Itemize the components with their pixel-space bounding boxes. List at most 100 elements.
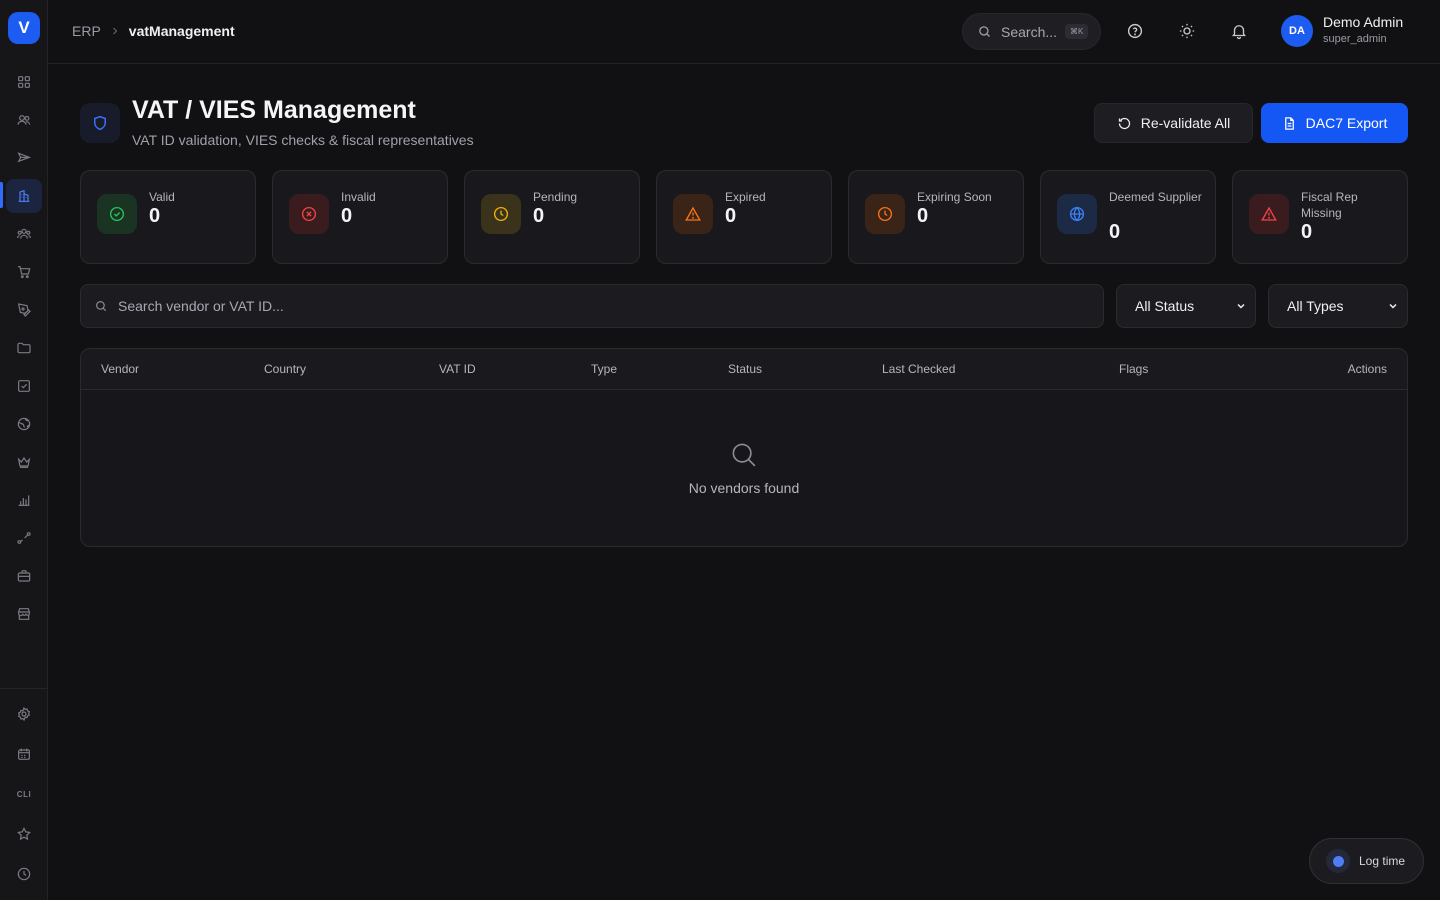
store-icon <box>16 606 32 622</box>
sidebar-item-vat-management[interactable] <box>6 179 42 213</box>
help-button[interactable] <box>1124 20 1146 42</box>
sidebar-item-cart[interactable] <box>6 255 42 289</box>
column-header-flags[interactable]: Flags <box>1119 362 1148 376</box>
pen-tool-icon <box>16 302 32 318</box>
check-circle-icon <box>97 194 137 234</box>
status-filter-select[interactable]: All Status <box>1116 284 1256 328</box>
clock-icon <box>16 866 32 882</box>
sidebar-item-users[interactable] <box>6 103 42 137</box>
vendor-search-field[interactable] <box>80 284 1104 328</box>
sidebar-item-globe[interactable] <box>6 407 42 441</box>
stat-card-deemed-supplier: Deemed Supplier 0 <box>1040 170 1216 264</box>
stat-value: 0 <box>725 205 737 227</box>
user-role: super_admin <box>1323 33 1387 45</box>
sidebar-item-team[interactable] <box>6 217 42 251</box>
global-search-button[interactable]: Search... ⌘K <box>962 13 1101 50</box>
vendors-table: Vendor Country VAT ID Type Status Last C… <box>80 348 1408 547</box>
sidebar-item-routes[interactable] <box>6 521 42 555</box>
folder-icon <box>16 340 32 356</box>
dac7-export-label: DAC7 Export <box>1305 115 1388 131</box>
cart-icon <box>16 264 32 280</box>
page-title: VAT / VIES Management <box>132 96 416 124</box>
theme-toggle-button[interactable] <box>1176 20 1198 42</box>
sidebar-item-favorites[interactable] <box>6 817 42 851</box>
revalidate-all-label: Re-validate All <box>1140 115 1231 131</box>
sidebar-item-store[interactable] <box>6 597 42 631</box>
shield-icon <box>91 114 109 132</box>
app-logo[interactable]: V <box>8 12 40 44</box>
sidebar-item-folder[interactable] <box>6 331 42 365</box>
sidebar-item-cli[interactable]: CLI <box>6 777 42 811</box>
stat-value: 0 <box>149 205 161 227</box>
stat-card-expired: Expired 0 <box>656 170 832 264</box>
stat-label: Pending <box>533 190 578 204</box>
clock-icon <box>481 194 521 234</box>
column-header-vendor[interactable]: Vendor <box>101 362 139 376</box>
globe-icon <box>16 416 32 432</box>
search-icon <box>729 440 759 470</box>
alert-triangle-icon <box>673 194 713 234</box>
stat-label: Expired <box>725 190 766 204</box>
revalidate-all-button[interactable]: Re-validate All <box>1094 103 1253 143</box>
column-header-last-checked[interactable]: Last Checked <box>882 362 955 376</box>
breadcrumb-root[interactable]: ERP <box>72 23 101 39</box>
breadcrumb-current: vatManagement <box>128 23 235 39</box>
active-nav-indicator <box>0 182 3 208</box>
user-name: Demo Admin <box>1323 14 1404 30</box>
file-text-icon <box>1282 116 1306 131</box>
sidebar-item-settings[interactable] <box>6 697 42 731</box>
page-subtitle: VAT ID validation, VIES checks & fiscal … <box>132 132 474 148</box>
stat-value: 0 <box>917 205 929 227</box>
sidebar-item-analytics[interactable] <box>6 483 42 517</box>
help-circle-icon <box>1126 22 1144 40</box>
sidebar-item-dashboard[interactable] <box>6 65 42 99</box>
sidebar-item-pen-tool[interactable] <box>6 293 42 327</box>
stat-card-expiring-soon: Expiring Soon 0 <box>848 170 1024 264</box>
avatar: DA <box>1281 14 1313 47</box>
page-header-icon <box>80 103 120 143</box>
vendor-search-input[interactable] <box>118 298 1078 314</box>
column-header-type[interactable]: Type <box>591 362 617 376</box>
building-icon <box>16 188 32 204</box>
chevron-right-icon <box>109 25 121 37</box>
sidebar-item-crown[interactable] <box>6 445 42 479</box>
briefcase-icon <box>16 568 32 584</box>
status-filter-value: All Status <box>1135 298 1195 314</box>
stat-value: 0 <box>341 205 353 227</box>
notifications-button[interactable] <box>1228 20 1250 42</box>
dac7-export-button[interactable]: DAC7 Export <box>1261 103 1408 143</box>
type-filter-select[interactable]: All Types <box>1268 284 1408 328</box>
column-header-status[interactable]: Status <box>728 362 762 376</box>
breadcrumb: ERP vatManagement <box>72 23 235 39</box>
stat-card-pending: Pending 0 <box>464 170 640 264</box>
bar-chart-icon <box>16 492 32 508</box>
topbar: ERP vatManagement Search... ⌘K DA Demo A… <box>48 0 1440 64</box>
column-header-vat-id[interactable]: VAT ID <box>439 362 476 376</box>
bell-icon <box>1230 22 1248 40</box>
log-time-button[interactable]: Log time <box>1309 838 1424 884</box>
team-icon <box>16 226 32 242</box>
stat-label: Invalid <box>341 190 376 204</box>
sidebar: V CLI <box>0 0 48 900</box>
user-menu[interactable]: DA Demo Admin super_admin <box>1281 14 1403 47</box>
empty-state-message: No vendors found <box>688 480 800 496</box>
stat-value: 0 <box>533 205 545 227</box>
settings-gear-icon <box>16 706 32 722</box>
sidebar-item-history[interactable] <box>6 857 42 891</box>
column-header-country[interactable]: Country <box>264 362 306 376</box>
stat-value: 0 <box>1109 221 1121 243</box>
stat-label: Fiscal Rep Missing <box>1301 190 1358 220</box>
sidebar-item-tasks[interactable] <box>6 369 42 403</box>
sidebar-item-calendar[interactable] <box>6 737 42 771</box>
sidebar-divider <box>0 688 48 689</box>
search-shortcut-badge: ⌘K <box>1065 24 1089 39</box>
refresh-icon <box>1117 116 1141 131</box>
send-icon <box>16 150 32 166</box>
log-time-label: Log time <box>1359 854 1406 868</box>
sun-icon <box>1178 22 1196 40</box>
clock-icon <box>865 194 905 234</box>
sidebar-item-send[interactable] <box>6 141 42 175</box>
type-filter-value: All Types <box>1287 298 1344 314</box>
sidebar-item-briefcase[interactable] <box>6 559 42 593</box>
chevron-down-icon <box>1235 300 1247 312</box>
